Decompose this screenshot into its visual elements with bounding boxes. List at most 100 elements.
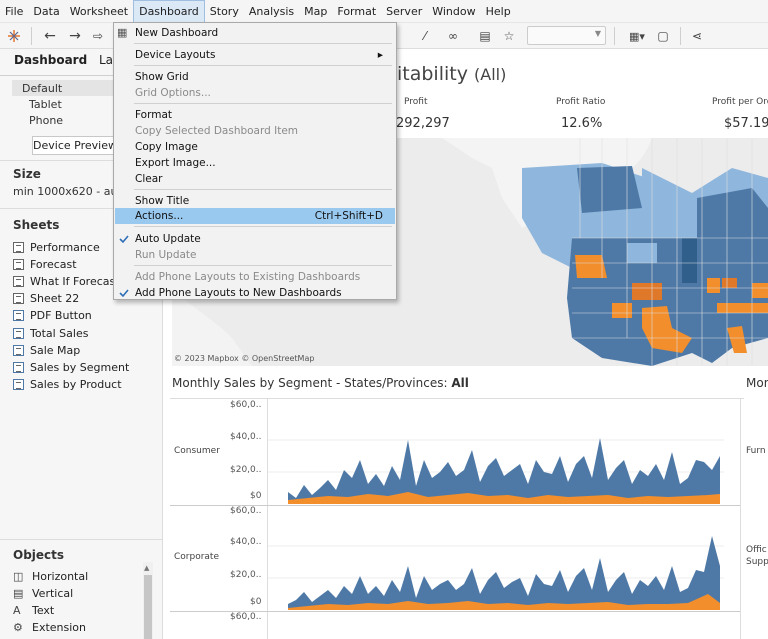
menu-analysis[interactable]: Analysis [244, 0, 299, 23]
menu-separator [134, 265, 392, 266]
menu-separator [134, 189, 392, 190]
monthly-sales-title-filter: All [451, 376, 469, 390]
sheet-label: Sales by Product [30, 378, 122, 391]
sheet-label: Sheet 22 [30, 292, 80, 305]
dashboard-title-filter: (All) [474, 65, 507, 84]
y-tick: $20,0.. [230, 570, 262, 580]
sheets-title: Sheets [13, 218, 60, 232]
corporate-area-chart[interactable] [268, 506, 724, 611]
tab-dashboard[interactable]: Dashboard [14, 53, 87, 77]
device-preview-button[interactable]: Device Preview [32, 136, 118, 155]
sheet-item[interactable]: Forecast [13, 256, 77, 273]
fit-dropdown[interactable]: ▼ [527, 26, 606, 45]
show-me-icon[interactable]: ▦▾ [624, 26, 650, 46]
toolbar-separator [31, 27, 32, 45]
menu-export-image[interactable]: Export Image... [115, 155, 395, 171]
sheet-item[interactable]: Sale Map [13, 342, 80, 359]
menu-auto-update[interactable]: Auto Update [115, 231, 395, 247]
sheet-item[interactable]: Total Sales [13, 325, 88, 342]
map-attribution: © 2023 Mapbox © OpenStreetMap [174, 354, 315, 363]
worksheet-icon [13, 259, 24, 270]
menu-clear[interactable]: Clear [115, 171, 395, 187]
sheet-label: What If Forecast [30, 275, 120, 288]
sheet-item[interactable]: PDF Button [13, 307, 92, 324]
menu-actions-label: Actions... [135, 210, 184, 222]
menu-format[interactable]: Format [332, 0, 381, 23]
menu-copy-image[interactable]: Copy Image [115, 139, 395, 155]
sheet-item[interactable]: Sales by Segment [13, 359, 129, 376]
dashboard-title: itability (All) [397, 63, 506, 85]
y-tick: $60,0.. [230, 612, 262, 622]
worksheet-icon [13, 276, 24, 287]
scrollbar-thumb[interactable] [144, 575, 152, 639]
y-tick: $60,0.. [230, 506, 262, 516]
menu-add-phone-existing[interactable]: Add Phone Layouts to Existing Dashboards [115, 269, 395, 285]
menu-run-update[interactable]: Run Update [115, 247, 395, 263]
menu-device-layouts[interactable]: Device Layouts ▸ [115, 47, 395, 63]
pen-icon[interactable]: ⁄ [418, 26, 432, 46]
object-item[interactable]: A Text [13, 602, 54, 618]
menu-show-title[interactable]: Show Title [115, 193, 395, 209]
scroll-up-icon[interactable]: ▲ [144, 564, 149, 572]
size-value[interactable]: min 1000x620 - auto [13, 185, 128, 198]
toolbar-separator [680, 27, 681, 45]
menu-data[interactable]: Data [28, 0, 64, 23]
undo-icon[interactable]: ← [40, 26, 60, 46]
redo-icon[interactable]: → [65, 26, 85, 46]
right-chart-title: Mon [746, 376, 768, 390]
size-title: Size [13, 167, 41, 181]
y-tick: $0 [250, 491, 262, 501]
menu-server[interactable]: Server [381, 0, 427, 23]
menu-show-grid[interactable]: Show Grid [115, 69, 395, 85]
sheet-item[interactable]: Performance [13, 239, 100, 256]
menu-window[interactable]: Window [427, 0, 480, 23]
kpi-label: Profit [404, 97, 428, 107]
menu-dashboard[interactable]: Dashboard [133, 0, 205, 23]
right-chart-label: Supp [746, 557, 768, 567]
menu-auto-update-label: Auto Update [135, 233, 201, 245]
tableau-logo-icon[interactable] [6, 26, 22, 46]
menu-story[interactable]: Story [205, 0, 244, 23]
label-icon[interactable]: ▤ [478, 26, 492, 46]
menu-actions-shortcut: Ctrl+Shift+D [314, 210, 383, 222]
menu-help[interactable]: Help [481, 0, 516, 23]
paperclip-icon[interactable]: ∞ [446, 26, 460, 46]
menu-actions[interactable]: Actions... Ctrl+Shift+D [115, 208, 395, 224]
menu-add-phone-new[interactable]: Add Phone Layouts to New Dashboards [115, 285, 395, 301]
object-item[interactable]: ◫ Horizontal [13, 568, 88, 584]
menu-copy-selected-item[interactable]: Copy Selected Dashboard Item [115, 123, 395, 139]
consumer-blue-area [288, 438, 720, 504]
segment-label: Corporate [174, 552, 219, 562]
menu-worksheet[interactable]: Worksheet [65, 0, 133, 23]
horizontal-icon: ◫ [13, 569, 24, 583]
menu-grid-options[interactable]: Grid Options... [115, 85, 395, 101]
checkmark-icon [119, 235, 129, 244]
divider [0, 539, 163, 540]
object-item[interactable]: ▤ Vertical [13, 585, 73, 601]
sheet-item[interactable]: Sheet 22 [13, 290, 79, 307]
dashboard-title-text: itability [397, 63, 468, 85]
pin-icon[interactable]: ☆ [502, 26, 516, 46]
layout-tablet[interactable]: Tablet [29, 98, 62, 111]
sheet-label: Sales by Segment [30, 361, 130, 374]
menu-file[interactable]: File [0, 0, 28, 23]
sheet-item[interactable]: What If Forecast [13, 273, 120, 290]
layout-default[interactable]: Default [22, 82, 62, 95]
menu-new-dashboard[interactable]: New Dashboard [115, 25, 395, 41]
share-icon[interactable]: ⋖ [689, 26, 705, 46]
divider [740, 398, 741, 639]
object-item[interactable]: ⚙ Extension [13, 619, 86, 635]
consumer-area-chart[interactable] [268, 400, 724, 505]
objects-scrollbar[interactable]: ▲ [143, 562, 153, 639]
presentation-icon[interactable]: ▢ [655, 26, 671, 46]
swap-icon[interactable]: ⇨ [88, 26, 108, 46]
y-tick: $60,0.. [230, 400, 262, 410]
sheet-label: PDF Button [30, 309, 92, 322]
sheet-item[interactable]: Sales by Product [13, 376, 122, 393]
text-icon: A [13, 603, 21, 617]
menu-map[interactable]: Map [299, 0, 332, 23]
layout-phone[interactable]: Phone [29, 114, 63, 127]
menu-separator [134, 65, 392, 66]
menu-format[interactable]: Format [115, 107, 395, 123]
object-label: Vertical [32, 586, 74, 600]
